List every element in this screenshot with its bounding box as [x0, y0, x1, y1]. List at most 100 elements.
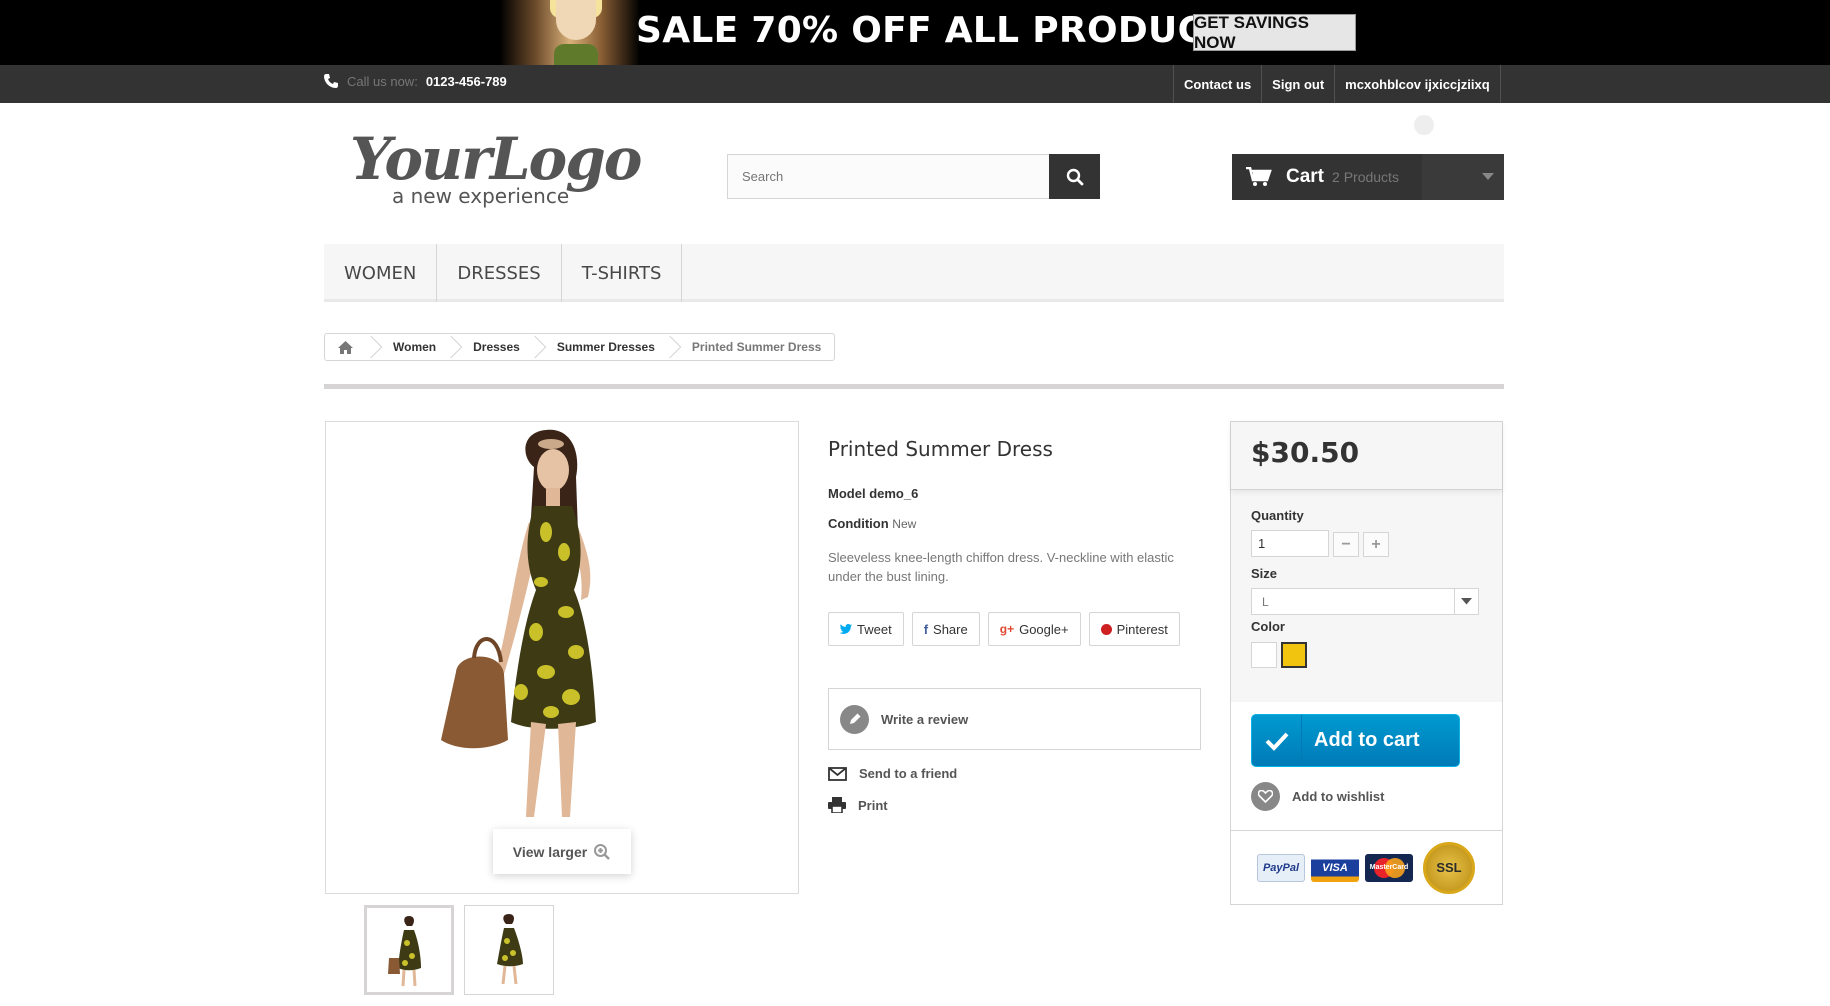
- thumbnail-image: [497, 914, 523, 985]
- divider: [324, 384, 1504, 389]
- pencil-icon: [840, 704, 869, 734]
- cart-button[interactable]: Cart 2 Products: [1232, 154, 1504, 200]
- view-larger-button[interactable]: View larger: [493, 829, 631, 874]
- quantity-input[interactable]: [1251, 530, 1329, 557]
- size-label: Size: [1251, 566, 1278, 581]
- breadcrumb-current: Printed Summer Dress: [691, 340, 822, 354]
- search-input[interactable]: [728, 155, 1048, 198]
- buy-box: $30.50 Quantity − + Size L Color Add to …: [1230, 421, 1503, 905]
- ssl-badge: SSL: [1423, 841, 1475, 894]
- account-name-link[interactable]: mcxohblcov ijxiccjziixq: [1334, 65, 1501, 103]
- breadcrumb-women[interactable]: Women: [373, 334, 453, 360]
- send-to-friend-label: Send to a friend: [859, 766, 958, 781]
- top-navbar: Call us now: 0123-456-789 Contact us Sig…: [0, 65, 1830, 103]
- product-thumbnail-1[interactable]: [364, 905, 454, 995]
- call-label: Call us now:: [347, 73, 418, 89]
- pinterest-label: Pinterest: [1116, 621, 1168, 637]
- logo-tagline: a new experience: [392, 184, 570, 208]
- view-larger-label: View larger: [512, 843, 588, 860]
- menu-item-dresses[interactable]: DRESSES: [437, 244, 562, 302]
- plus-icon: +: [1371, 535, 1381, 553]
- search-box: [727, 154, 1100, 199]
- sign-out-link[interactable]: Sign out: [1261, 65, 1334, 103]
- quantity-decrease-button[interactable]: −: [1333, 532, 1359, 557]
- google-plus-label: Google+: [1019, 621, 1069, 637]
- add-to-cart-button[interactable]: Add to cart: [1251, 714, 1460, 767]
- get-savings-button[interactable]: GET SAVINGS NOW: [1193, 13, 1356, 52]
- paypal-logo: PayPal: [1257, 853, 1305, 882]
- home-icon: [338, 340, 353, 354]
- promo-banner[interactable]: SALE 70% OFF ALL PRODUCTS GET SAVINGS NO…: [0, 0, 1830, 65]
- mastercard-label: MasterCard: [1369, 864, 1409, 871]
- print-link[interactable]: Print: [828, 797, 888, 813]
- product-description: Sleeveless knee-length chiffon dress. V-…: [828, 550, 1174, 584]
- menu-item-women[interactable]: WOMEN: [324, 244, 438, 302]
- color-swatch-white[interactable]: [1251, 642, 1277, 668]
- pinterest-button[interactable]: Pinterest: [1088, 612, 1180, 646]
- zoom-in-icon: [594, 843, 611, 860]
- minus-icon: −: [1341, 535, 1351, 553]
- breadcrumb: Women Dresses Summer Dresses Printed Sum…: [324, 333, 836, 361]
- site-logo[interactable]: YourLogo a new experience: [350, 125, 642, 213]
- quantity-increase-button[interactable]: +: [1363, 532, 1389, 557]
- facebook-share-button[interactable]: f Share: [911, 612, 980, 646]
- tweet-button[interactable]: Tweet: [828, 612, 904, 646]
- quantity-label: Quantity: [1251, 508, 1304, 523]
- checkmark-icon: [1252, 715, 1302, 766]
- phone-info: Call us now: 0123-456-789: [323, 73, 507, 89]
- add-to-cart-label: Add to cart: [1314, 729, 1420, 751]
- breadcrumb-summer-dresses[interactable]: Summer Dresses: [537, 334, 672, 360]
- cart-label: Cart: [1286, 166, 1325, 187]
- print-label: Print: [858, 797, 888, 813]
- phone-icon: [324, 74, 338, 88]
- mastercard-logo: MasterCard: [1365, 853, 1413, 882]
- overlay-close-icon[interactable]: [1414, 115, 1434, 135]
- add-to-cart-area: Add to cart Add to wishlist: [1231, 702, 1502, 830]
- twitter-icon: [840, 624, 852, 634]
- dress-model-image: [441, 429, 596, 817]
- product-model: Model demo_6: [828, 486, 918, 501]
- banner-headline: SALE 70% OFF ALL PRODUCTS: [636, 10, 1256, 51]
- envelope-icon: [828, 766, 847, 781]
- payment-logos: PayPal VISA MasterCard SSL: [1231, 830, 1502, 904]
- cart-icon: [1246, 167, 1272, 186]
- write-review-button[interactable]: Write a review: [828, 688, 1201, 750]
- tweet-label: Tweet: [857, 621, 892, 637]
- contact-us-link[interactable]: Contact us: [1173, 65, 1261, 103]
- product-title: Printed Summer Dress: [828, 437, 1053, 461]
- chevron-down-icon: [1454, 589, 1478, 614]
- condition-label: Condition: [828, 516, 889, 531]
- menu-item-tshirts[interactable]: T-SHIRTS: [562, 244, 683, 302]
- search-button[interactable]: [1049, 154, 1100, 199]
- size-select[interactable]: L: [1251, 588, 1479, 615]
- color-label: Color: [1251, 619, 1285, 634]
- heart-icon: [1251, 782, 1280, 811]
- visa-logo: VISA: [1311, 853, 1359, 882]
- product-thumbnail-2[interactable]: [464, 905, 554, 995]
- print-icon: [828, 797, 846, 813]
- product-condition: Condition New: [828, 516, 916, 531]
- phone-number: 0123-456-789: [425, 73, 507, 89]
- thumbnail-image: [388, 916, 421, 987]
- color-swatch-yellow[interactable]: [1281, 642, 1307, 668]
- social-share: Tweet f Share g+ Google+ Pinterest: [828, 612, 1180, 646]
- google-plus-icon: g+: [999, 622, 1015, 636]
- add-to-wishlist-link[interactable]: Add to wishlist: [1251, 782, 1384, 811]
- breadcrumb-home[interactable]: [325, 334, 373, 360]
- product-price: $30.50: [1231, 422, 1502, 490]
- size-value: L: [1262, 595, 1269, 609]
- caret-down-icon: [1482, 173, 1494, 180]
- product-main-image[interactable]: View larger: [325, 421, 799, 894]
- cart-dropdown-toggle[interactable]: [1422, 154, 1504, 200]
- banner-model-image: [500, 0, 640, 65]
- cart-count: 2 Products: [1332, 169, 1399, 185]
- model-value: demo_6: [869, 486, 919, 501]
- main-menu: WOMEN DRESSES T-SHIRTS: [324, 244, 1504, 302]
- add-to-wishlist-label: Add to wishlist: [1292, 789, 1385, 804]
- account-links: Contact us Sign out mcxohblcov ijxiccjzi…: [1173, 65, 1501, 103]
- send-to-friend-link[interactable]: Send to a friend: [828, 766, 957, 781]
- model-label: Model: [828, 486, 866, 501]
- write-review-label: Write a review: [881, 711, 969, 727]
- google-plus-button[interactable]: g+ Google+: [987, 612, 1081, 646]
- breadcrumb-dresses[interactable]: Dresses: [453, 334, 537, 360]
